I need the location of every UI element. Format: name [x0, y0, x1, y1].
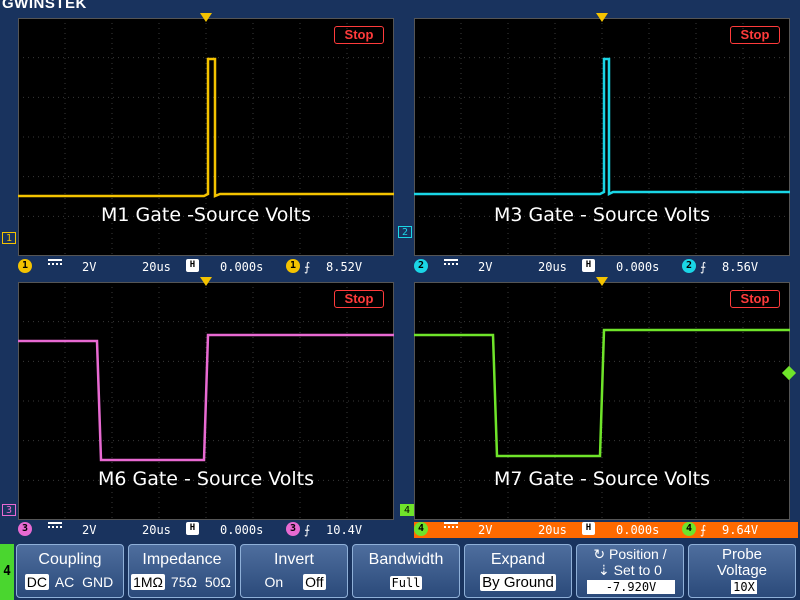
coupling-menu-button[interactable]: Coupling DC AC GND: [16, 544, 124, 598]
impedance-75-option[interactable]: 75Ω: [169, 574, 199, 590]
invert-title: Invert: [273, 551, 314, 568]
status-bar-ch1: 1 2V 20us H 0.000s 1 ⨍ 8.52V: [18, 259, 402, 275]
stop-indicator: Stop: [334, 290, 384, 308]
ch4-ground-marker[interactable]: 4: [400, 504, 414, 516]
trigger-position-marker[interactable]: [596, 277, 608, 286]
position-subtitle: Set to 0: [613, 562, 662, 578]
horizontal-position-icon: H: [582, 522, 595, 535]
coupling-ac-option[interactable]: AC: [53, 574, 76, 590]
channel-badge[interactable]: 3: [18, 522, 32, 536]
expand-value: By Ground: [480, 574, 556, 591]
coupling-dc-option[interactable]: DC: [24, 574, 49, 590]
dc-coupling-icon: [48, 522, 62, 528]
rising-edge-icon: ⨍: [304, 523, 311, 537]
waveform-panel-ch3[interactable]: Stop M6 Gate - Source Volts: [18, 277, 394, 520]
bandwidth-menu-button[interactable]: Bandwidth Full: [352, 544, 460, 598]
stop-indicator: Stop: [334, 26, 384, 44]
status-bar-ch3: 3 2V 20us H 0.000s 3 ⨍ 10.4V: [18, 522, 402, 538]
dc-coupling-icon: [444, 259, 458, 265]
rising-edge-icon: ⨍: [700, 523, 707, 537]
trigger-source-badge: 2: [682, 259, 696, 273]
time-per-div: 20us: [142, 523, 171, 537]
invert-off-option[interactable]: Off: [303, 574, 326, 590]
trigger-level: 9.64V: [722, 523, 759, 537]
volts-per-div: 2V: [478, 523, 493, 537]
impedance-title: Impedance: [142, 551, 222, 568]
rising-edge-icon: ⨍: [304, 260, 311, 274]
time-per-div: 20us: [142, 260, 171, 274]
stop-indicator: Stop: [730, 290, 780, 308]
rising-edge-icon: ⨍: [700, 260, 707, 274]
trace-label: M7 Gate - Source Volts: [493, 468, 711, 490]
channel-badge[interactable]: 1: [18, 259, 32, 273]
trigger-position-marker[interactable]: [200, 277, 212, 286]
set-to-zero-icon: ⇣: [598, 562, 610, 578]
horizontal-offset: 0.000s: [220, 523, 264, 537]
position-value: -7.920V: [587, 580, 675, 594]
ch1-ground-marker[interactable]: 1: [2, 232, 16, 244]
trigger-level: 10.4V: [326, 523, 363, 537]
time-per-div: 20us: [538, 260, 567, 274]
trigger-position-marker[interactable]: [596, 13, 608, 22]
coupling-gnd-option[interactable]: GND: [80, 574, 115, 590]
channel-badge[interactable]: 4: [414, 522, 428, 536]
ch2-ground-marker[interactable]: 2: [398, 226, 412, 238]
channel-menu-tab[interactable]: 4: [0, 544, 14, 600]
invert-menu-button[interactable]: Invert On Off: [240, 544, 348, 598]
bandwidth-value: Full: [389, 576, 423, 590]
probe-value: 10X: [731, 580, 757, 594]
trigger-source-badge: 3: [286, 522, 300, 536]
trace-label: M1 Gate -Source Volts: [101, 204, 311, 226]
bandwidth-title: Bandwidth: [368, 551, 444, 568]
volts-per-div: 2V: [82, 260, 97, 274]
trigger-level: 8.56V: [722, 260, 759, 274]
position-title: Position /: [609, 546, 667, 562]
expand-menu-button[interactable]: Expand By Ground: [464, 544, 572, 598]
horizontal-position-icon: H: [186, 259, 199, 272]
channel-badge[interactable]: 2: [414, 259, 428, 273]
trigger-source-badge: 1: [286, 259, 300, 273]
trigger-position-marker[interactable]: [200, 13, 212, 22]
brand-logo: GWINSTEK: [2, 0, 87, 12]
horizontal-position-icon: H: [186, 522, 199, 535]
volts-per-div: 2V: [82, 523, 97, 537]
dc-coupling-icon: [444, 522, 458, 528]
expand-title: Expand: [490, 551, 546, 568]
status-bar-ch4: 4 2V 20us H 0.000s 4 ⨍ 9.64V: [414, 522, 798, 538]
horizontal-offset: 0.000s: [616, 523, 660, 537]
invert-on-option[interactable]: On: [263, 574, 286, 590]
probe-title: Probe: [721, 546, 763, 563]
ch3-ground-marker[interactable]: 3: [2, 504, 16, 516]
waveform-trace: [18, 57, 394, 198]
trace-label: M6 Gate - Source Volts: [97, 468, 315, 490]
horizontal-position-icon: H: [582, 259, 595, 272]
horizontal-offset: 0.000s: [220, 260, 264, 274]
probe-menu-button[interactable]: Probe Voltage 10X: [688, 544, 796, 598]
waveform-panel-ch4[interactable]: Stop M7 Gate - Source Volts: [414, 277, 790, 520]
probe-subtitle: Voltage: [716, 562, 768, 579]
stop-indicator: Stop: [730, 26, 780, 44]
time-per-div: 20us: [538, 523, 567, 537]
position-menu-button[interactable]: ↻ Position / ⇣ Set to 0 -7.920V: [576, 544, 684, 598]
status-bar-ch2: 2 2V 20us H 0.000s 2 ⨍ 8.56V: [414, 259, 798, 275]
trigger-level: 8.52V: [326, 260, 363, 274]
trace-label: M3 Gate - Source Volts: [493, 204, 711, 226]
waveform-panel-ch1[interactable]: Stop M1 Gate -Source Volts: [18, 13, 394, 256]
impedance-menu-button[interactable]: Impedance 1MΩ 75Ω 50Ω: [128, 544, 236, 598]
position-knob-icon: ↻: [593, 546, 606, 562]
waveform-trace: [18, 333, 394, 462]
horizontal-offset: 0.000s: [616, 260, 660, 274]
impedance-50-option[interactable]: 50Ω: [203, 574, 233, 590]
dc-coupling-icon: [48, 259, 62, 265]
volts-per-div: 2V: [478, 260, 493, 274]
waveform-panel-ch2[interactable]: Stop M3 Gate - Source Volts: [414, 13, 790, 256]
impedance-1m-option[interactable]: 1MΩ: [131, 574, 166, 590]
trigger-source-badge: 4: [682, 522, 696, 536]
coupling-title: Coupling: [38, 551, 102, 568]
